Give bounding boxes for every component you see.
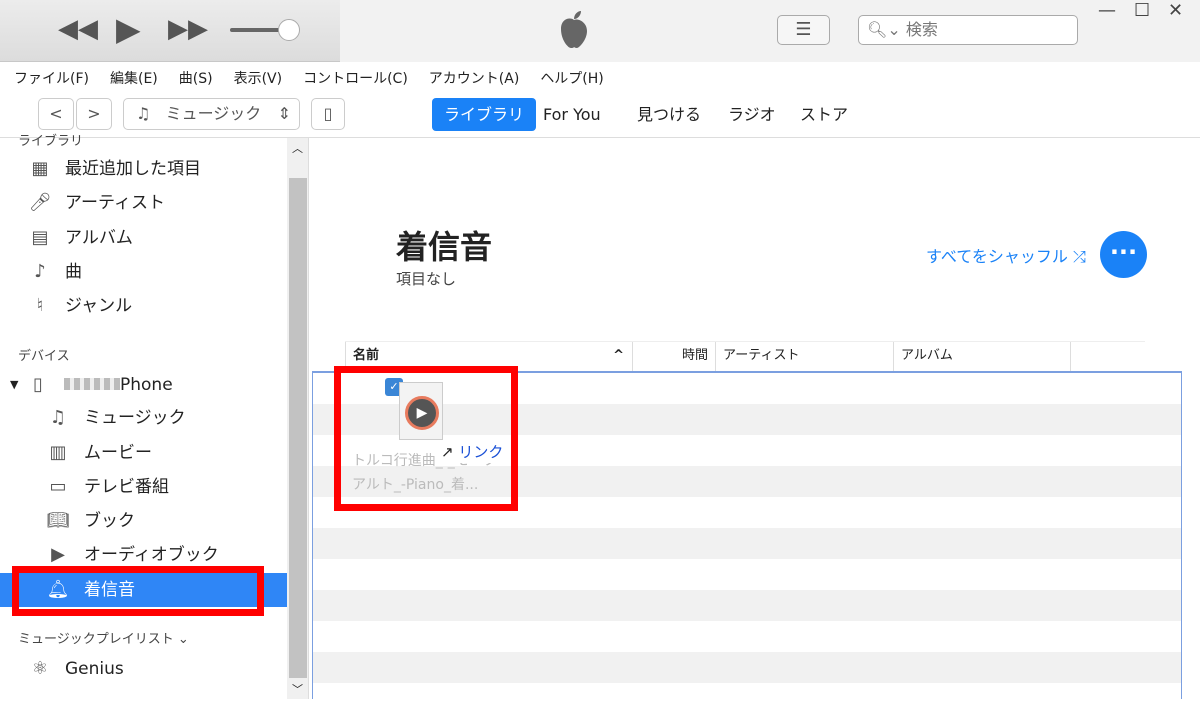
menu-controls[interactable]: コントロール(C) [289, 62, 415, 90]
toolbar: < > ♫ ミュージック ⇕ ▯ ライブラリ For You 見つける ラジオ ス… [0, 90, 1200, 138]
sidebar: ライブラリ ▦ 最近追加した項目 🎤︎ アーティスト ▤ アルバム ♪ 曲 ♮ ジャンル … [0, 134, 287, 699]
menu-bar: ファイル(F) 編集(E) 曲(S) 表示(V) コントロール(C) アカウント… [0, 62, 1200, 90]
shuffle-all-button[interactable]: すべてをシャッフル ⤮ [926, 243, 1086, 267]
sidebar-item-genius[interactable]: ⚛ Genius [0, 652, 287, 686]
tab-for-you[interactable]: For You [531, 98, 613, 131]
label: テレビ番組 [84, 477, 169, 497]
shuffle-label: すべてをシャッフル [926, 247, 1068, 266]
tab-store[interactable]: ストア [788, 98, 860, 131]
sidebar-item-genres[interactable]: ♮ ジャンル [0, 289, 287, 323]
forward-button[interactable]: > [76, 98, 112, 130]
label: 最近追加した項目 [65, 159, 201, 179]
label: アーティスト [65, 193, 165, 213]
search-icon: 🔍︎⌄ [867, 20, 901, 39]
updown-icon: ⇕ [277, 104, 291, 123]
menu-file[interactable]: ファイル(F) [0, 62, 96, 90]
label: ミュージック [84, 408, 186, 428]
item-count: 項目なし [396, 270, 457, 288]
tab-browse[interactable]: 見つける [625, 98, 713, 131]
media-label: ミュージック [165, 104, 262, 123]
sidebar-item-recently-added[interactable]: ▦ 最近追加した項目 [0, 152, 287, 186]
atom-icon: ⚛ [31, 658, 49, 679]
tab-library[interactable]: ライブラリ [432, 98, 537, 131]
book-icon: 📖︎ [46, 510, 70, 531]
minimize-button[interactable]: — [1098, 0, 1116, 21]
media-selector[interactable]: ♫ ミュージック ⇕ [123, 98, 300, 130]
label: ムービー [84, 443, 152, 463]
music-note-icon: ♫ [136, 104, 151, 123]
sidebar-item-device-music[interactable]: ♫ ミュージック [0, 401, 287, 435]
label: アルバム [65, 228, 133, 248]
page-title: 着信音 [396, 228, 493, 266]
devices-header: デバイス [18, 349, 70, 364]
sidebar-device[interactable]: ▼ ▯ Phone [0, 368, 287, 402]
tv-icon: ▭ [49, 476, 67, 497]
maximize-button[interactable]: ☐ [1134, 0, 1150, 21]
calendar-icon: ▦ [31, 158, 49, 179]
sidebar-item-artists[interactable]: 🎤︎ アーティスト [0, 186, 287, 220]
column-artist[interactable]: アーティスト [715, 342, 893, 372]
guitar-icon: ♮ [36, 295, 44, 316]
more-button[interactable]: ··· [1100, 231, 1147, 278]
menu-help[interactable]: ヘルプ(H) [526, 62, 610, 90]
microphone-icon: 🎤︎ [28, 192, 52, 213]
label: ジャンル [65, 296, 133, 316]
phone-icon: ▯ [33, 374, 43, 395]
highlight-box [12, 566, 264, 616]
title-bar: ◀◀ ▶ ▶▶ ☰ 🔍︎⌄ 検索 — ☐ ✕ [0, 0, 1200, 62]
menu-song[interactable]: 曲(S) [165, 62, 220, 90]
fast-forward-icon[interactable]: ▶▶ [168, 14, 208, 44]
sidebar-item-movies[interactable]: ▥ ムービー [0, 436, 287, 470]
note-icon: ♪ [34, 261, 46, 282]
search-input[interactable]: 🔍︎⌄ 検索 [858, 15, 1078, 45]
note-icon: ♫ [49, 407, 67, 428]
column-album[interactable]: アルバム [893, 342, 1071, 372]
rewind-icon[interactable]: ◀◀ [58, 14, 98, 44]
list-view-button[interactable]: ☰ [777, 15, 830, 45]
film-icon: ▥ [49, 442, 67, 463]
sidebar-item-books[interactable]: 📖︎ ブック [0, 504, 287, 538]
label: ブック [84, 511, 135, 531]
scroll-down-icon[interactable]: ﹀ [292, 681, 303, 697]
shuffle-icon: ⤮ [1073, 247, 1086, 266]
sidebar-item-tv[interactable]: ▭ テレビ番組 [0, 470, 287, 504]
redacted-name [64, 378, 120, 390]
library-header: ライブラリ [18, 134, 84, 149]
label: Phone [120, 375, 173, 395]
sidebar-item-songs[interactable]: ♪ 曲 [0, 255, 287, 289]
highlight-box [334, 366, 518, 511]
scroll-up-icon[interactable]: ︿ [292, 140, 303, 156]
search-placeholder: 検索 [905, 20, 938, 39]
close-button[interactable]: ✕ [1168, 0, 1183, 21]
play-icon[interactable]: ▶ [116, 10, 141, 48]
label: Genius [65, 659, 124, 679]
label: 名前 [353, 348, 380, 363]
playlists-header[interactable]: ミュージックプレイリスト ⌄ [18, 628, 189, 647]
menu-view[interactable]: 表示(V) [220, 62, 290, 90]
back-button[interactable]: < [38, 98, 74, 130]
tab-radio[interactable]: ラジオ [716, 98, 788, 131]
sidebar-item-albums[interactable]: ▤ アルバム [0, 221, 287, 255]
menu-account[interactable]: アカウント(A) [415, 62, 527, 90]
apple-logo-icon [561, 11, 587, 48]
label: 曲 [65, 262, 82, 282]
sort-ascending-icon: ^ [613, 348, 624, 363]
album-icon: ▤ [31, 227, 49, 248]
label: オーディオブック [84, 545, 219, 565]
menu-edit[interactable]: 編集(E) [96, 62, 165, 90]
scrollbar-thumb[interactable] [289, 178, 307, 678]
column-time[interactable]: 時間 [632, 342, 715, 372]
device-button[interactable]: ▯ [311, 98, 345, 130]
volume-knob[interactable] [278, 19, 300, 41]
expand-triangle-icon[interactable]: ▼ [10, 368, 18, 402]
